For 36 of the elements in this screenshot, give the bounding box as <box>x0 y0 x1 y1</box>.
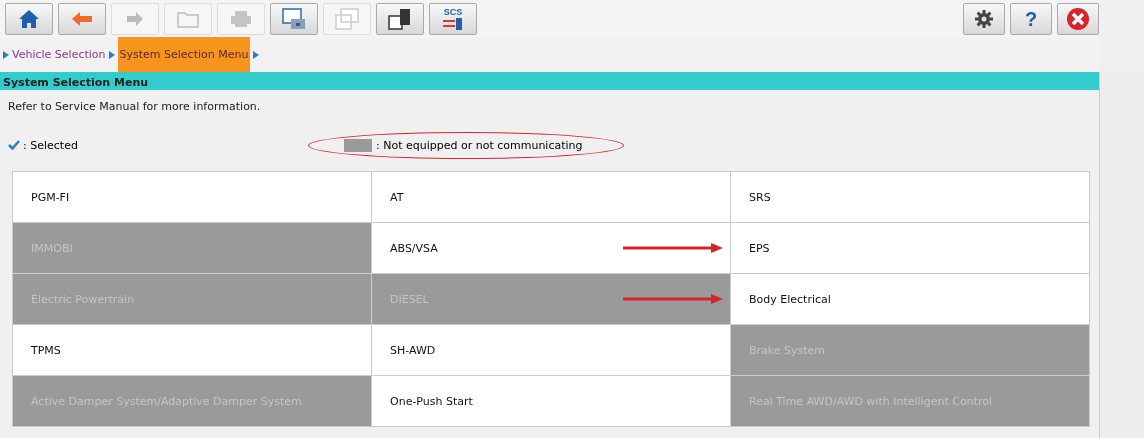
right-arrow-icon <box>126 11 144 27</box>
connector-icon <box>442 17 464 31</box>
toolbar-button[interactable] <box>376 3 424 35</box>
folder-icon <box>177 10 199 28</box>
system-button[interactable]: SH-AWD <box>372 325 730 375</box>
toolbar-button[interactable] <box>963 3 1005 35</box>
close-icon <box>1066 7 1090 31</box>
toolbar-button[interactable] <box>5 3 53 35</box>
left-arrow-icon <box>71 11 93 27</box>
system-button[interactable]: One-Push Start <box>372 376 730 426</box>
settings-icon <box>974 9 994 29</box>
printer-icon <box>230 10 252 28</box>
window-icon <box>335 8 359 30</box>
system-button[interactable]: SRS <box>731 172 1089 222</box>
system-button[interactable]: ABS/VSA <box>372 223 730 273</box>
breadcrumb-link[interactable]: System Selection Menu <box>117 37 251 72</box>
system-button[interactable]: PGM-FI <box>13 172 371 222</box>
system-button[interactable]: TPMS <box>13 325 371 375</box>
triangle-icon <box>253 50 260 59</box>
breadcrumb-link[interactable]: Vehicle Selection <box>12 48 106 61</box>
system-button[interactable]: EPS <box>731 223 1089 273</box>
section-header: System Selection Menu <box>0 75 1099 90</box>
home-icon <box>18 9 40 29</box>
legend-swatch <box>344 138 372 152</box>
documents-icon <box>388 8 412 30</box>
checkmark-icon <box>8 140 20 150</box>
system-button[interactable]: AT <box>372 172 730 222</box>
triangle-icon <box>3 50 9 59</box>
legend-label: : Not equipped or not communicating <box>376 138 583 152</box>
legend-label: : Selected <box>23 138 78 152</box>
system-button[interactable]: Body Electrical <box>731 274 1089 324</box>
toolbar-button[interactable]: SCS <box>429 3 477 35</box>
toolbar-button[interactable]: ? <box>1010 3 1052 35</box>
scs-label: SCS <box>443 7 463 17</box>
info-text: Refer to Service Manual for more information. <box>7 99 262 113</box>
screen-icon <box>282 8 306 30</box>
